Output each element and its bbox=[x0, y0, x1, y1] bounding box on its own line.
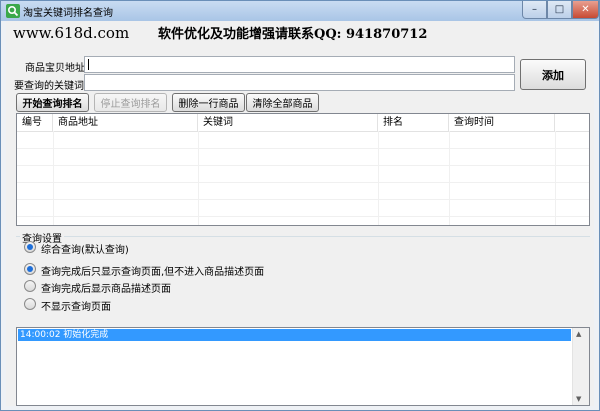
close-button[interactable]: ✕ bbox=[572, 1, 599, 19]
log-scrollbar[interactable]: ▲ ▼ bbox=[572, 328, 589, 405]
window-title: 淘宝关键词排名查询 bbox=[23, 8, 113, 19]
app-window: 淘宝关键词排名查询 – □ ✕ www.618d.com 软件优化及功能增强请联… bbox=[0, 0, 600, 411]
radio-show-description[interactable] bbox=[24, 280, 36, 292]
table-header: 编号 商品地址 关键词 排名 查询时间 bbox=[17, 114, 589, 132]
minimize-button[interactable]: – bbox=[522, 1, 547, 19]
grid-line bbox=[17, 199, 589, 200]
column-header-rank[interactable]: 排名 bbox=[378, 114, 449, 131]
stop-query-button[interactable]: 停止查询排名 bbox=[94, 93, 167, 112]
radio-show-query-only[interactable] bbox=[24, 263, 36, 275]
scroll-up-arrow-icon[interactable]: ▲ bbox=[576, 330, 581, 338]
maximize-button[interactable]: □ bbox=[547, 1, 572, 19]
option-show-description-label: 查询完成后显示商品描述页面 bbox=[41, 284, 171, 295]
keyword-input[interactable] bbox=[84, 74, 515, 91]
column-header-keyword[interactable]: 关键词 bbox=[198, 114, 378, 131]
add-button[interactable]: 添加 bbox=[520, 59, 586, 90]
radio-comprehensive[interactable] bbox=[24, 241, 36, 253]
grid-line bbox=[17, 216, 589, 217]
grid-line bbox=[378, 131, 379, 225]
delete-row-button[interactable]: 删除一行商品 bbox=[172, 93, 245, 112]
option-hide-query-label: 不显示查询页面 bbox=[41, 302, 111, 313]
minimize-icon: – bbox=[532, 4, 537, 15]
radio-hide-query[interactable] bbox=[24, 298, 36, 310]
url-input[interactable] bbox=[84, 56, 515, 73]
option-comprehensive-label: 综合查询(默认查询) bbox=[41, 245, 129, 256]
grid-line bbox=[53, 131, 54, 225]
log-list[interactable]: 14:00:02 初始化完成 ▲ ▼ bbox=[16, 327, 590, 406]
grid-line bbox=[198, 131, 199, 225]
option-show-query-only-label: 查询完成后只显示查询页面,但不进入商品描述页面 bbox=[41, 267, 265, 278]
grid-line bbox=[17, 148, 589, 149]
column-header-time[interactable]: 查询时间 bbox=[449, 114, 555, 131]
log-line[interactable]: 14:00:02 初始化完成 bbox=[18, 329, 571, 341]
scroll-down-arrow-icon[interactable]: ▼ bbox=[576, 395, 581, 403]
url-label: 商品宝贝地址: bbox=[25, 63, 89, 74]
grid-line bbox=[17, 182, 589, 183]
grid-line bbox=[449, 131, 450, 225]
results-table[interactable]: 编号 商品地址 关键词 排名 查询时间 bbox=[16, 113, 590, 226]
site-url: www.618d.com bbox=[13, 24, 130, 42]
grid-line bbox=[17, 165, 589, 166]
maximize-icon: □ bbox=[554, 4, 565, 15]
start-query-button[interactable]: 开始查询排名 bbox=[16, 93, 89, 112]
text-caret bbox=[88, 59, 89, 70]
column-header-id[interactable]: 编号 bbox=[17, 114, 53, 131]
promo-text: 软件优化及功能增强请联系QQ: 941870712 bbox=[158, 27, 428, 42]
clear-all-button[interactable]: 清除全部商品 bbox=[246, 93, 319, 112]
magnifier-app-icon bbox=[6, 4, 20, 18]
close-icon: ✕ bbox=[581, 4, 590, 15]
title-bar[interactable]: 淘宝关键词排名查询 – □ ✕ bbox=[1, 1, 599, 21]
grid-line bbox=[555, 131, 556, 225]
keyword-label: 要查询的关键词: bbox=[14, 81, 88, 92]
column-header-url[interactable]: 商品地址 bbox=[53, 114, 198, 131]
settings-group-border bbox=[16, 236, 590, 237]
client-area: www.618d.com 软件优化及功能增强请联系QQ: 941870712 商… bbox=[6, 21, 594, 406]
